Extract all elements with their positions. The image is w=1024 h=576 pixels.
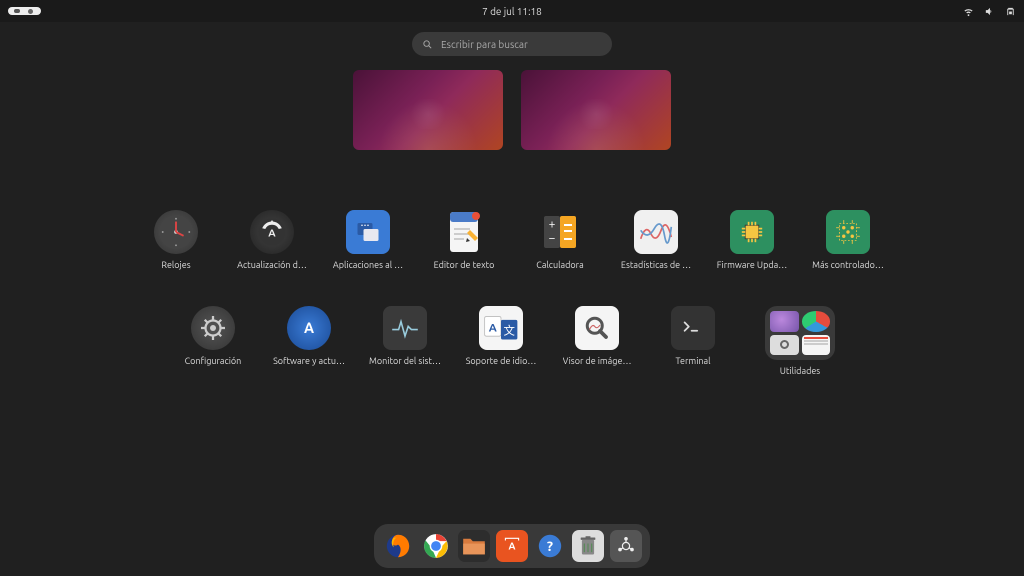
top-bar: 7 de jul 11:18 <box>0 0 1024 22</box>
language-icon: A文 <box>479 306 523 350</box>
monitor-icon <box>383 306 427 350</box>
app-grid: Relojes A Actualización d… Aplicaciones … <box>0 210 1024 376</box>
battery-icon <box>1005 6 1016 17</box>
dock-firefox[interactable] <box>382 530 414 562</box>
help-icon: ? <box>536 532 564 560</box>
workspace-thumbnail[interactable] <box>521 70 671 150</box>
app-language-support[interactable]: A文 Soporte de idio… <box>477 306 525 376</box>
dock-chrome[interactable] <box>420 530 452 562</box>
svg-text:−: − <box>549 232 556 245</box>
app-label: Editor de texto <box>434 260 495 270</box>
search-icon <box>422 39 433 50</box>
software-sources-icon: A <box>287 306 331 350</box>
files-icon <box>462 536 486 556</box>
gear-icon <box>191 306 235 350</box>
workspace-thumbnail[interactable] <box>353 70 503 150</box>
volume-icon <box>984 6 995 17</box>
app-image-viewer[interactable]: Visor de imáge… <box>573 306 621 376</box>
svg-text:A: A <box>268 227 276 239</box>
search-placeholder: Escribir para buscar <box>441 39 528 50</box>
folder-icon <box>765 306 835 360</box>
chrome-icon <box>422 532 450 560</box>
app-firmware-updater[interactable]: Firmware Upda… <box>728 210 776 270</box>
app-label: Más controlado… <box>812 260 884 270</box>
search-input[interactable]: Escribir para buscar <box>412 32 612 56</box>
svg-text:A: A <box>509 540 516 551</box>
svg-text:+: + <box>549 218 556 231</box>
svg-text:?: ? <box>547 538 553 554</box>
status-area[interactable] <box>963 6 1016 17</box>
trash-icon <box>578 535 598 557</box>
dock: A ? <box>374 524 650 568</box>
app-label: Visor de imáge… <box>563 356 632 366</box>
app-label: Calculadora <box>536 260 583 270</box>
app-label: Terminal <box>675 356 710 366</box>
updater-icon: A <box>250 210 294 254</box>
activities-pill[interactable] <box>8 7 41 15</box>
app-calculator[interactable]: +− Calculadora <box>536 210 584 270</box>
image-viewer-icon <box>575 306 619 350</box>
drivers-icon <box>826 210 870 254</box>
app-terminal[interactable]: Terminal <box>669 306 717 376</box>
app-label: Relojes <box>161 260 190 270</box>
app-label: Aplicaciones al … <box>333 260 403 270</box>
dock-show-apps[interactable] <box>610 530 642 562</box>
startup-icon <box>346 210 390 254</box>
dock-trash[interactable] <box>572 530 604 562</box>
terminal-icon <box>671 306 715 350</box>
dock-help[interactable]: ? <box>534 530 566 562</box>
app-label: Utilidades <box>780 366 820 376</box>
dock-files[interactable] <box>458 530 490 562</box>
svg-text:A: A <box>489 321 497 334</box>
app-software-sources[interactable]: A Software y actu… <box>285 306 333 376</box>
clock[interactable]: 7 de jul 11:18 <box>482 6 542 17</box>
stats-icon <box>634 210 678 254</box>
app-power-stats[interactable]: Estadísticas de … <box>632 210 680 270</box>
workspace-switcher <box>0 70 1024 150</box>
clock-icon <box>154 210 198 254</box>
firefox-icon <box>384 532 412 560</box>
svg-text:A: A <box>304 320 314 336</box>
calculator-icon: +− <box>538 210 582 254</box>
app-label: Monitor del sist… <box>369 356 441 366</box>
app-label: Configuración <box>185 356 242 366</box>
show-apps-icon <box>614 534 638 558</box>
store-icon: A <box>501 535 523 557</box>
svg-text:文: 文 <box>503 324 515 338</box>
app-software-updater[interactable]: A Actualización d… <box>248 210 296 270</box>
app-settings[interactable]: Configuración <box>189 306 237 376</box>
app-label: Software y actu… <box>273 356 345 366</box>
app-utilities-folder[interactable]: Utilidades <box>765 306 835 376</box>
firmware-icon <box>730 210 774 254</box>
dock-software-store[interactable]: A <box>496 530 528 562</box>
app-label: Firmware Upda… <box>717 260 787 270</box>
app-additional-drivers[interactable]: Más controlado… <box>824 210 872 270</box>
app-clocks[interactable]: Relojes <box>152 210 200 270</box>
text-editor-icon <box>442 210 486 254</box>
app-system-monitor[interactable]: Monitor del sist… <box>381 306 429 376</box>
app-text-editor[interactable]: Editor de texto <box>440 210 488 270</box>
app-label: Actualización d… <box>237 260 307 270</box>
app-label: Soporte de idio… <box>466 356 537 366</box>
app-label: Estadísticas de … <box>621 260 691 270</box>
app-startup-apps[interactable]: Aplicaciones al … <box>344 210 392 270</box>
wifi-icon <box>963 6 974 17</box>
